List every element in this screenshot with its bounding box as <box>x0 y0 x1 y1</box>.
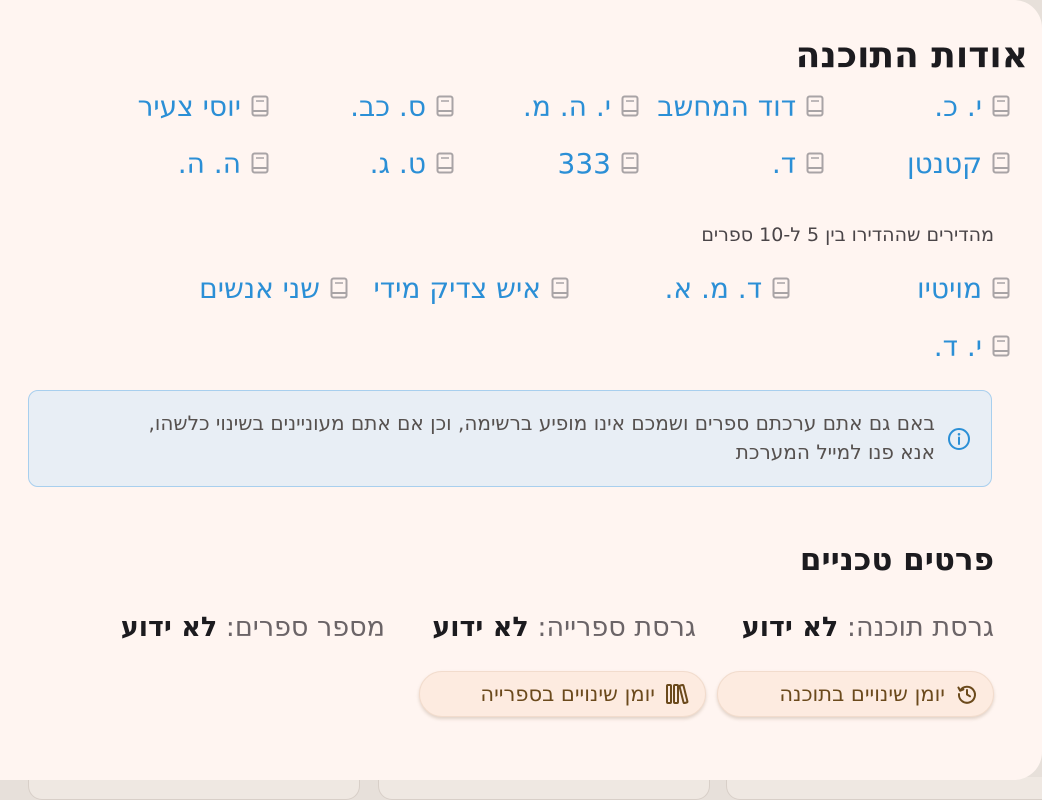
book-icon <box>249 94 271 118</box>
book-link[interactable]: י. ד. <box>934 326 1012 366</box>
software-changelog-button[interactable]: יומן שינויים בתוכנה <box>717 671 994 717</box>
book-icon <box>990 94 1012 118</box>
book-label: ד. <box>771 146 796 180</box>
book-icon <box>619 151 641 175</box>
book-link[interactable]: ט. ג. <box>370 143 456 183</box>
book-icon <box>804 151 826 175</box>
software-version-value: לא ידוע <box>741 612 839 643</box>
book-icon <box>804 94 826 118</box>
book-label: ט. ג. <box>369 146 426 180</box>
about-dialog: אודות התוכנה י. כ. דוד המחשב י. ה. מ. ס.… <box>0 0 1042 780</box>
books-count-value: לא ידוע <box>120 612 218 643</box>
library-books-icon <box>666 683 689 705</box>
book-label: איש צדיק מידי <box>373 271 541 305</box>
book-icon <box>434 151 456 175</box>
book-label: ס. כב. <box>350 94 426 123</box>
book-link[interactable]: דוד המחשב <box>657 94 826 126</box>
book-icon <box>990 276 1012 300</box>
book-link[interactable]: ד. מ. א. <box>664 268 792 308</box>
technical-details-title: פרטים טכניים <box>799 542 994 578</box>
book-link[interactable]: מויטיו <box>917 268 1012 308</box>
book-row: קטנטן ד. 333 ט. ג. ה. ה. <box>30 143 1012 183</box>
history-icon <box>957 685 976 704</box>
book-icon <box>770 276 792 300</box>
software-version-detail: גרסת תוכנה: לא ידוע <box>742 610 994 646</box>
info-circle-icon <box>948 428 970 450</box>
book-link[interactable]: 333 <box>558 143 641 183</box>
book-icon <box>619 94 641 118</box>
info-message-text: באם גם אתם ערכתם ספרים ושמכם אינו מופיע … <box>148 411 935 464</box>
background-tab-middle <box>378 777 710 800</box>
book-link[interactable]: קטנטן <box>907 143 1012 183</box>
book-icon <box>990 151 1012 175</box>
book-row: י. ד. <box>30 326 1012 366</box>
software-version-label: גרסת תוכנה: <box>846 612 994 643</box>
book-label: דוד המחשב <box>657 94 796 123</box>
library-changelog-button[interactable]: יומן שינויים בספרייה <box>419 671 706 717</box>
book-label: י. ה. מ. <box>522 94 611 123</box>
background-tab-right <box>726 777 1042 800</box>
dialog-scroll-area[interactable]: י. כ. דוד המחשב י. ה. מ. ס. כב. יוסי צעי… <box>0 94 1042 780</box>
book-icon <box>249 151 271 175</box>
book-icon <box>434 94 456 118</box>
book-label: ה. ה. <box>177 146 241 180</box>
library-version-value: לא ידוע <box>432 612 529 643</box>
background-tab-left <box>28 777 360 800</box>
book-link[interactable]: יוסי צעיר <box>138 94 271 126</box>
book-link[interactable]: ה. ה. <box>178 143 271 183</box>
software-changelog-label: יומן שינויים בתוכנה <box>779 682 945 706</box>
book-link[interactable]: י. כ. <box>934 94 1012 126</box>
book-link[interactable]: ס. כב. <box>350 94 456 126</box>
books-count-detail: מספר ספרים: לא ידוע <box>121 610 385 646</box>
book-icon <box>328 276 350 300</box>
book-label: י. ד. <box>933 329 982 363</box>
book-link[interactable]: ד. <box>772 143 826 183</box>
book-icon <box>990 334 1012 358</box>
editors-5-10-heading: מהדירים שההדירו בין 5 ל-10 ספרים <box>701 224 994 246</box>
book-link[interactable]: י. ה. מ. <box>523 94 641 126</box>
books-count-label: מספר ספרים: <box>225 612 385 643</box>
info-message-box: באם גם אתם ערכתם ספרים ושמכם אינו מופיע … <box>28 390 992 487</box>
library-changelog-label: יומן שינויים בספרייה <box>480 682 655 706</box>
book-label: מויטיו <box>917 271 982 305</box>
book-icon <box>549 276 571 300</box>
book-link[interactable]: איש צדיק מידי <box>374 268 571 308</box>
library-version-label: גרסת ספרייה: <box>537 612 696 643</box>
book-label: 333 <box>557 146 611 180</box>
book-label: ד. מ. א. <box>664 271 762 305</box>
book-row-partial: י. כ. דוד המחשב י. ה. מ. ס. כב. יוסי צעי… <box>30 94 1012 126</box>
book-label: יוסי צעיר <box>137 94 241 123</box>
dialog-title: אודות התוכנה <box>795 35 1028 76</box>
book-label: י. כ. <box>934 94 982 123</box>
library-version-detail: גרסת ספרייה: לא ידוע <box>432 610 696 646</box>
book-link[interactable]: שני אנשים <box>199 268 350 308</box>
book-label: קטנטן <box>906 146 982 180</box>
book-label: שני אנשים <box>199 271 320 305</box>
book-row: מויטיו ד. מ. א. איש צדיק מידי שני אנשים <box>30 268 1012 308</box>
